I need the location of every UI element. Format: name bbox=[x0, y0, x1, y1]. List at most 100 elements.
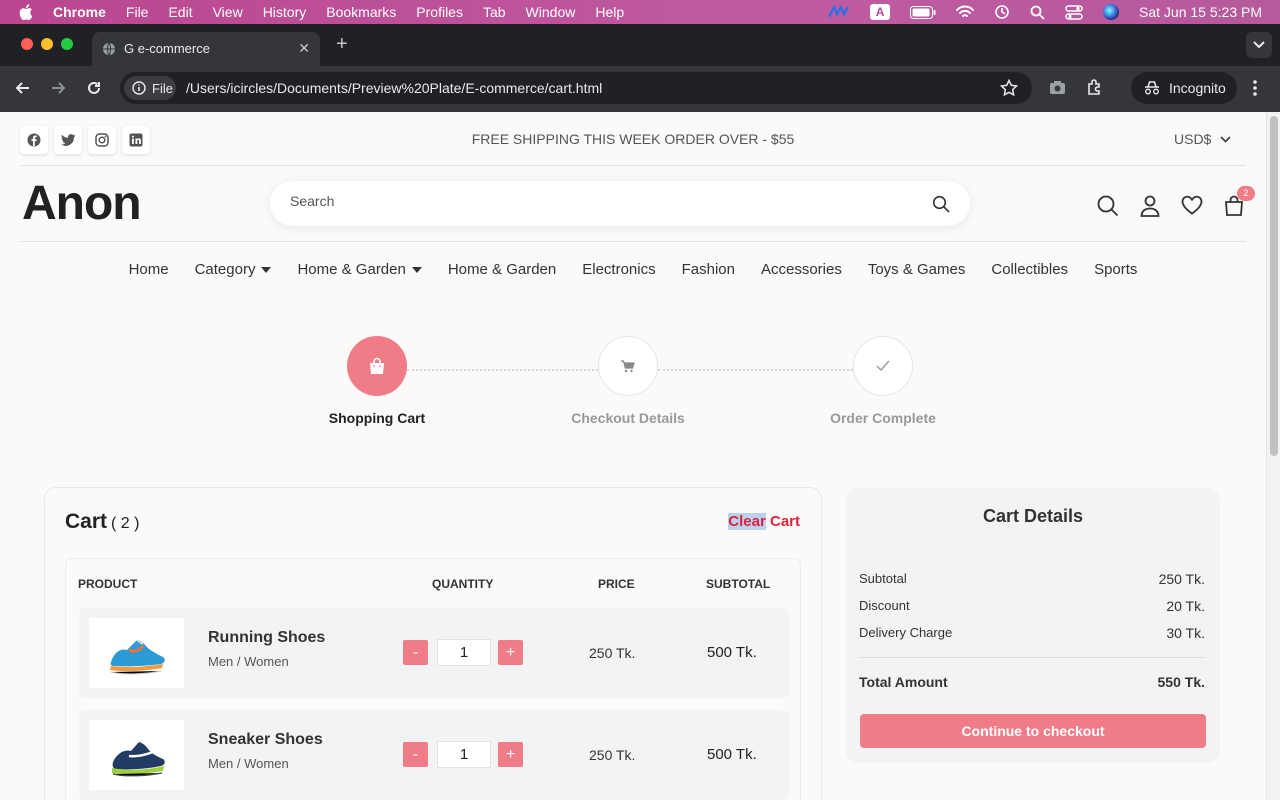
screenshot-camera-icon[interactable] bbox=[1049, 80, 1066, 96]
window-minimize-button[interactable] bbox=[41, 38, 53, 50]
scrollbar-thumb[interactable] bbox=[1270, 116, 1278, 456]
nav-accessories[interactable]: Accessories bbox=[761, 261, 842, 278]
nav-category[interactable]: Category bbox=[195, 261, 272, 278]
main-navigation: Home Category Home & Garden Home & Garde… bbox=[0, 261, 1266, 278]
extensions-puzzle-icon[interactable] bbox=[1086, 79, 1103, 96]
product-name[interactable]: Running Shoes bbox=[208, 629, 325, 647]
web-page: FREE SHIPPING THIS WEEK ORDER OVER - $55… bbox=[0, 112, 1266, 800]
search-icon[interactable] bbox=[932, 195, 950, 213]
clear-cart-button[interactable]: Clear Cart bbox=[728, 513, 800, 530]
delivery-charge-value: 30 Tk. bbox=[1166, 625, 1205, 641]
forward-icon[interactable] bbox=[49, 79, 67, 97]
time-machine-icon[interactable] bbox=[994, 4, 1010, 20]
decrease-quantity-button[interactable]: - bbox=[403, 742, 428, 767]
nav-category-label: Category bbox=[194, 261, 256, 278]
product-image-running-shoes[interactable] bbox=[89, 618, 184, 688]
menu-history[interactable]: History bbox=[263, 4, 307, 20]
menu-help[interactable]: Help bbox=[595, 4, 624, 20]
divider bbox=[20, 165, 1246, 166]
currency-selector[interactable]: USD$ bbox=[1174, 131, 1231, 147]
tab-search-button[interactable] bbox=[1246, 32, 1272, 58]
menu-app-name[interactable]: Chrome bbox=[53, 4, 106, 20]
bookmark-star-icon[interactable] bbox=[1000, 79, 1018, 97]
window-close-button[interactable] bbox=[21, 38, 33, 50]
menu-file[interactable]: File bbox=[126, 4, 149, 20]
browser-tab[interactable]: G e-commerce ✕ bbox=[92, 32, 320, 66]
product-image-sneaker-shoes[interactable] bbox=[89, 720, 184, 790]
step-label-checkout-details: Checkout Details bbox=[571, 410, 685, 426]
product-name[interactable]: Sneaker Shoes bbox=[208, 731, 323, 749]
file-chip-label: File bbox=[152, 80, 173, 96]
nav-fashion-label: Fashion bbox=[681, 261, 735, 278]
step-label-shopping-cart: Shopping Cart bbox=[328, 410, 426, 426]
discount-label: Discount bbox=[859, 598, 910, 613]
nav-toys-games[interactable]: Toys & Games bbox=[868, 261, 966, 278]
nav-home[interactable]: Home bbox=[129, 261, 169, 278]
divider bbox=[859, 657, 1205, 658]
vpn-icon[interactable] bbox=[828, 5, 850, 19]
browser-toolbar: File /Users/icircles/Documents/Preview%2… bbox=[0, 66, 1280, 112]
menu-bookmarks[interactable]: Bookmarks bbox=[326, 4, 396, 20]
nav-collectibles[interactable]: Collectibles bbox=[991, 261, 1068, 278]
battery-icon[interactable] bbox=[910, 5, 936, 19]
wifi-icon[interactable] bbox=[956, 5, 975, 19]
shipping-promo-banner: FREE SHIPPING THIS WEEK ORDER OVER - $55 bbox=[471, 131, 795, 147]
nav-home-garden-dropdown[interactable]: Home & Garden bbox=[297, 261, 422, 278]
nav-electronics[interactable]: Electronics bbox=[582, 261, 655, 278]
nav-home-label: Home bbox=[128, 261, 169, 278]
product-price: 250 Tk. bbox=[589, 747, 636, 763]
product-price: 250 Tk. bbox=[589, 645, 636, 661]
menu-edit[interactable]: Edit bbox=[168, 4, 192, 20]
siri-icon[interactable] bbox=[1103, 4, 1120, 20]
menu-view[interactable]: View bbox=[213, 4, 243, 20]
search-input[interactable] bbox=[290, 193, 890, 209]
menu-window[interactable]: Window bbox=[526, 4, 576, 20]
spotlight-search-icon[interactable] bbox=[1030, 5, 1045, 20]
user-account-icon[interactable] bbox=[1140, 195, 1160, 217]
search-icon[interactable] bbox=[1097, 195, 1119, 217]
address-bar[interactable]: File /Users/icircles/Documents/Preview%2… bbox=[120, 72, 1032, 104]
wishlist-heart-icon[interactable] bbox=[1181, 195, 1203, 215]
nav-accessories-label: Accessories bbox=[760, 261, 842, 278]
divider bbox=[20, 241, 1246, 242]
input-source-icon[interactable]: A bbox=[870, 4, 891, 20]
apple-icon[interactable] bbox=[19, 4, 33, 20]
window-zoom-button[interactable] bbox=[61, 38, 73, 50]
back-icon[interactable] bbox=[14, 79, 32, 97]
product-subtotal: 500 Tk. bbox=[707, 644, 757, 661]
cart-details-panel: Cart Details Subtotal 250 Tk. Discount 2… bbox=[846, 488, 1220, 763]
new-tab-icon[interactable]: + bbox=[336, 33, 348, 56]
nav-fashion[interactable]: Fashion bbox=[682, 261, 735, 278]
menu-profiles[interactable]: Profiles bbox=[416, 4, 463, 20]
menu-tab[interactable]: Tab bbox=[483, 4, 506, 20]
nav-electronics-label: Electronics bbox=[582, 261, 656, 278]
reload-icon[interactable] bbox=[85, 79, 103, 97]
step-connector bbox=[407, 369, 598, 371]
site-logo[interactable]: Anon bbox=[22, 176, 142, 231]
total-amount-label: Total Amount bbox=[859, 674, 948, 690]
control-center-icon[interactable] bbox=[1065, 4, 1083, 20]
nav-sports[interactable]: Sports bbox=[1094, 261, 1137, 278]
increase-quantity-button[interactable]: + bbox=[498, 742, 523, 767]
site-info-chip[interactable]: File bbox=[124, 76, 176, 100]
incognito-icon bbox=[1145, 81, 1159, 95]
product-category: Men / Women bbox=[208, 756, 289, 771]
quantity-input[interactable] bbox=[437, 639, 491, 666]
continue-to-checkout-button[interactable]: Continue to checkout bbox=[860, 714, 1206, 748]
cart-details-title: Cart Details bbox=[982, 506, 1084, 526]
incognito-indicator[interactable]: Incognito bbox=[1131, 72, 1237, 104]
column-header-product: PRODUCT bbox=[78, 577, 138, 591]
discount-value: 20 Tk. bbox=[1166, 598, 1205, 614]
nav-home-garden[interactable]: Home & Garden bbox=[448, 261, 556, 278]
url-text[interactable]: /Users/icircles/Documents/Preview%20Plat… bbox=[186, 80, 602, 96]
quantity-input[interactable] bbox=[437, 741, 491, 768]
page-scrollbar[interactable] bbox=[1266, 112, 1280, 800]
decrease-quantity-button[interactable]: - bbox=[403, 640, 428, 665]
cart-count-badge: 2 bbox=[1237, 186, 1255, 201]
menubar-clock[interactable]: Sat Jun 15 5:23 PM bbox=[1139, 4, 1262, 20]
increase-quantity-button[interactable]: + bbox=[498, 640, 523, 665]
nav-home-garden-label: Home & Garden bbox=[447, 261, 557, 278]
close-tab-icon[interactable]: ✕ bbox=[298, 40, 310, 57]
browser-menu-icon[interactable] bbox=[1252, 79, 1258, 97]
currency-label: USD$ bbox=[1174, 131, 1212, 147]
